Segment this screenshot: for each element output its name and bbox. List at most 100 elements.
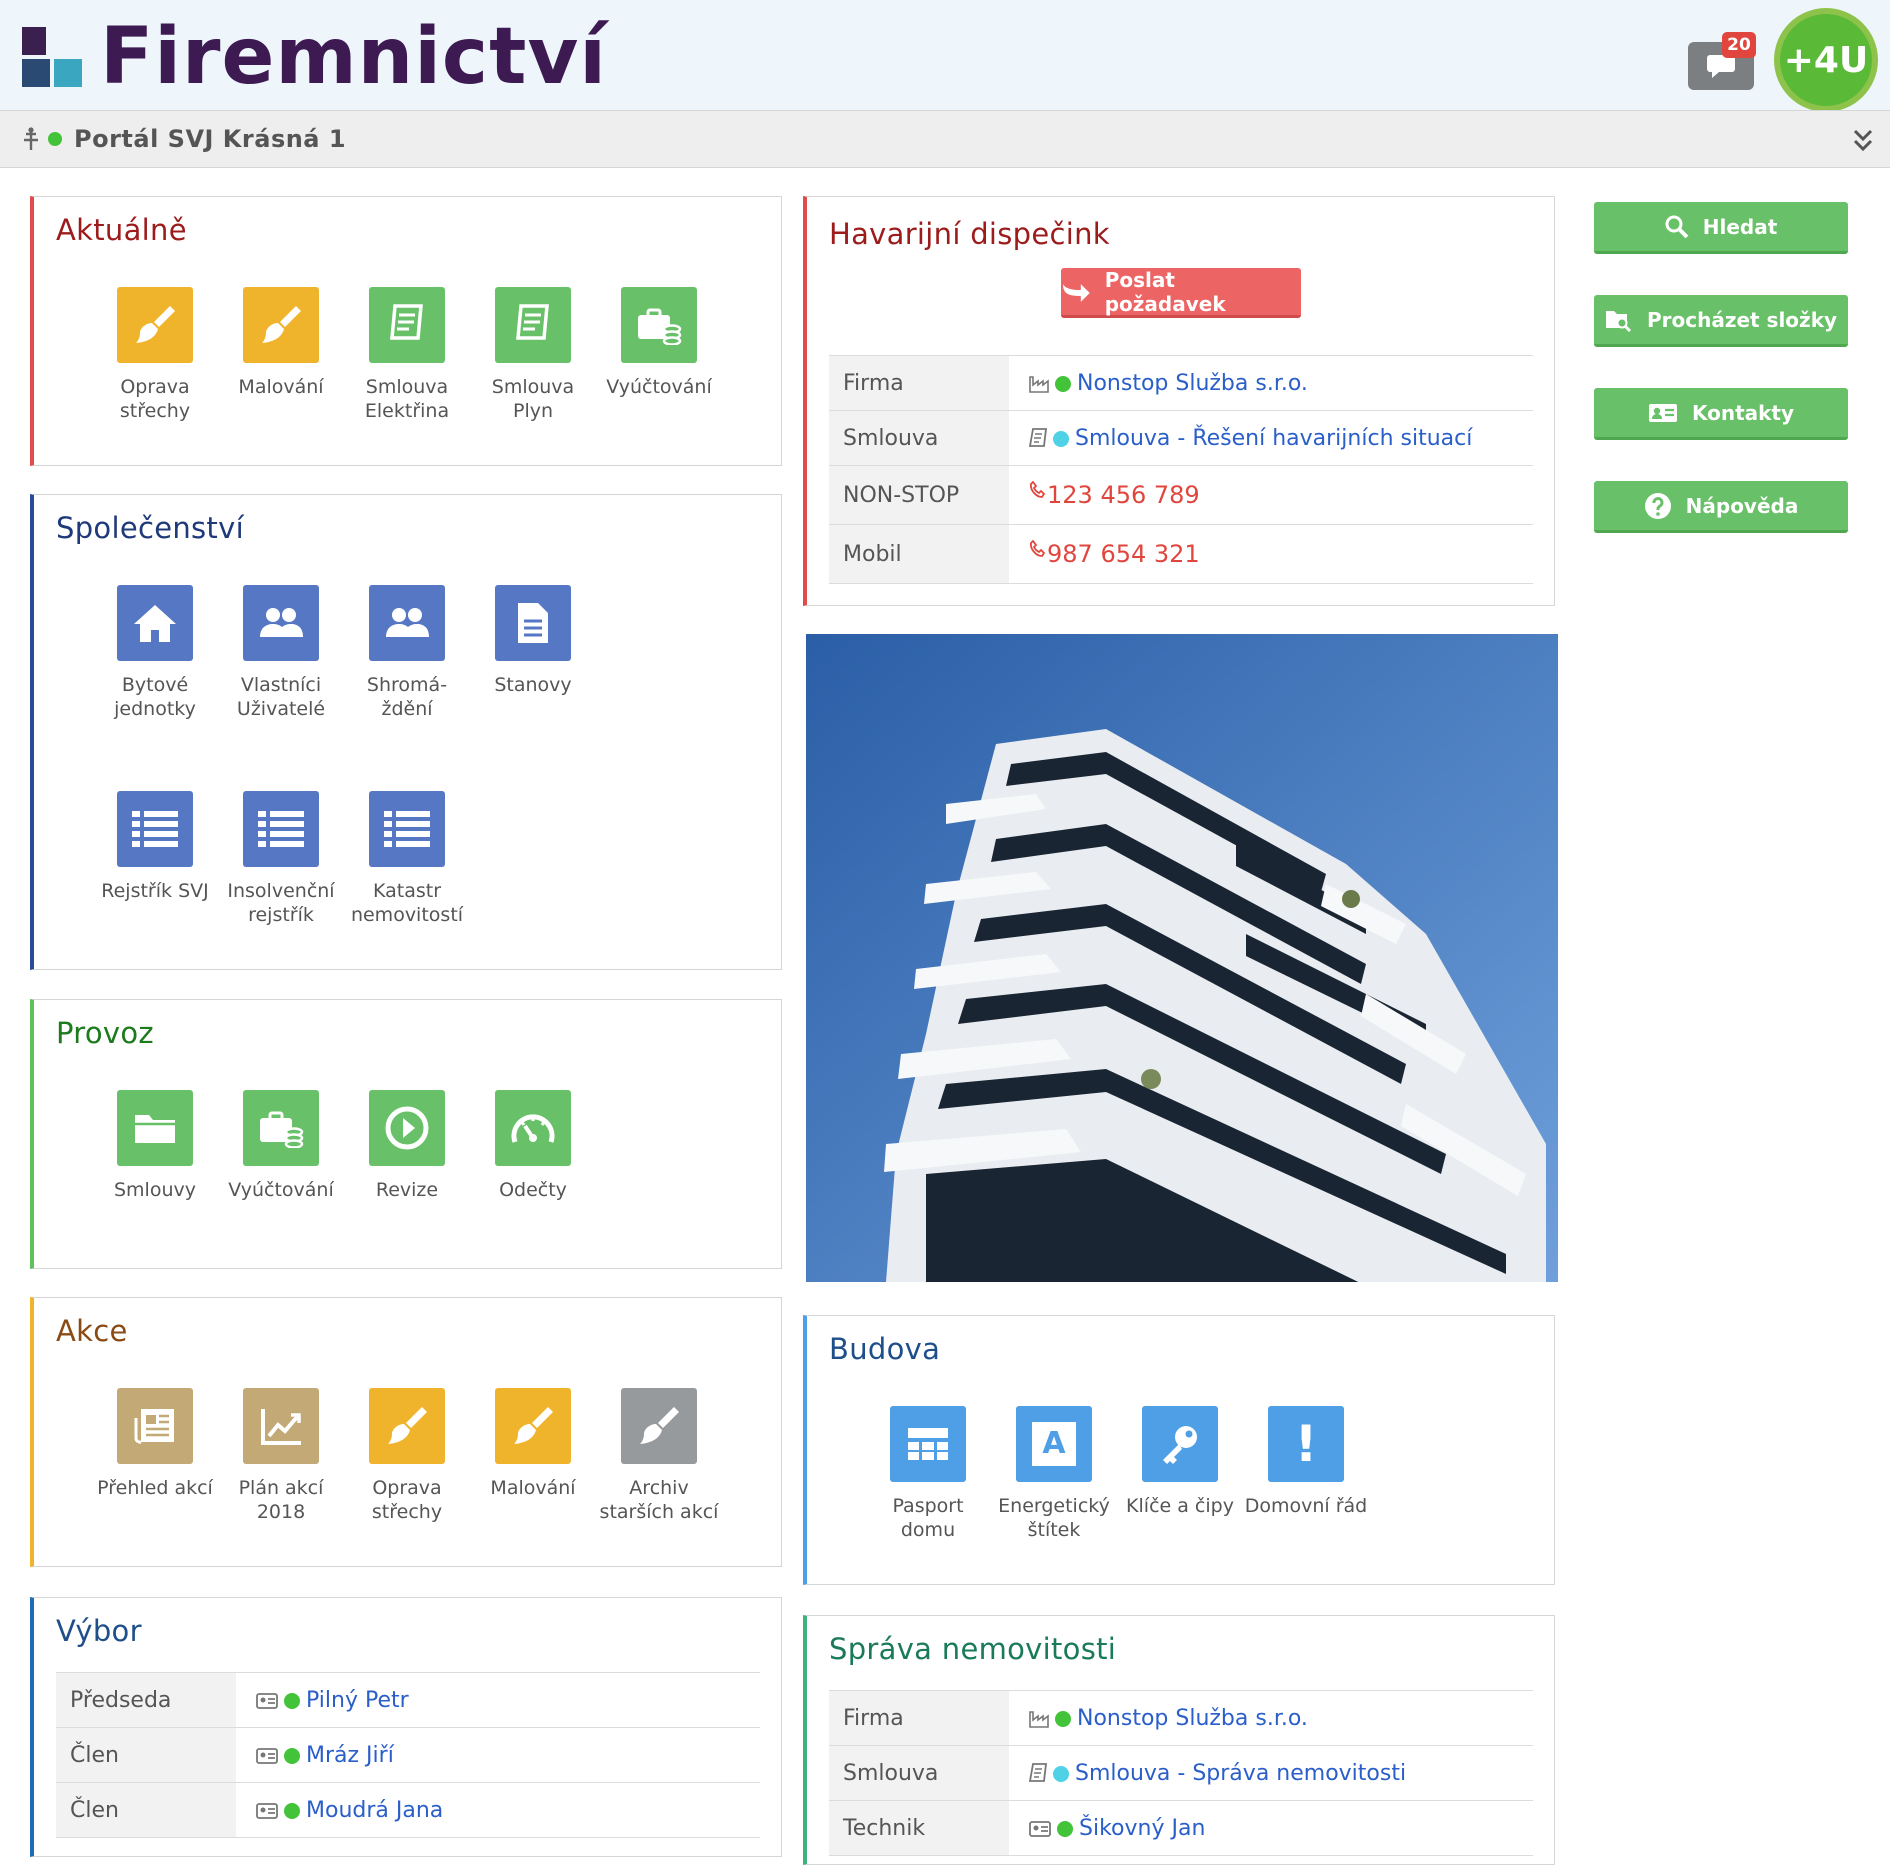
tile-label: Malování: [238, 376, 324, 398]
tile-oprava-strechy[interactable]: Oprava střechy: [92, 287, 218, 423]
row-key: Předseda: [56, 1672, 236, 1728]
contract-link[interactable]: Smlouva - Správa nemovitosti: [1075, 1761, 1406, 1786]
list-icon: [258, 811, 304, 847]
table-row: Člen Moudrá Jana: [56, 1782, 760, 1838]
tile-plan-akci-2018[interactable]: Plán akcí 2018: [218, 1388, 344, 1524]
tile-vlastnici-uzivatele[interactable]: Vlastníci Uživatelé: [218, 585, 344, 721]
factory-icon: [1029, 375, 1049, 393]
status-dot: [284, 1692, 300, 1709]
portal-bar: Portál SVJ Krásná 1: [0, 110, 1890, 168]
tile-prehled-akci[interactable]: Přehled akcí: [92, 1388, 218, 1500]
share-arrow-icon: [1062, 283, 1090, 302]
browse-folders-label: Procházet složky: [1646, 307, 1838, 332]
tile-klice-a-cipy[interactable]: Klíče a čipy: [1117, 1406, 1243, 1518]
tile-label: Smlouva Elektřina: [364, 376, 450, 422]
table-row: Firma Nonstop Služba s.r.o.: [829, 1690, 1533, 1746]
panel-title: Společenství: [56, 511, 244, 545]
billing-icon: [260, 1111, 304, 1148]
tile-label: Klíče a čipy: [1126, 1495, 1234, 1517]
search-button[interactable]: Hledat: [1594, 202, 1848, 254]
app-logo[interactable]: Firemnictví: [20, 18, 607, 96]
tile-archiv-starsich-akci[interactable]: Archiv starších akcí: [596, 1388, 722, 1524]
tile-label: Smlouva Plyn: [491, 376, 575, 422]
newspaper-icon: [134, 1409, 174, 1444]
help-button[interactable]: Nápověda: [1594, 481, 1848, 533]
company-link[interactable]: Nonstop Služba s.r.o.: [1077, 371, 1308, 396]
member-link[interactable]: Mráz Jiří: [306, 1743, 394, 1768]
mobile-phone[interactable]: 987 654 321: [1047, 540, 1200, 568]
send-request-button[interactable]: Poslat požadavek: [1061, 268, 1301, 318]
tile-katastr-nemovitosti[interactable]: Katastr nemovitostí: [344, 791, 470, 927]
tile-label: Malování: [490, 1477, 576, 1499]
send-request-label: Poslat požadavek: [1104, 267, 1226, 316]
tile-rejstrik-svj[interactable]: Rejstřík SVJ: [92, 791, 218, 903]
contract-icon: [1029, 427, 1047, 447]
status-dot: [284, 1802, 300, 1819]
tile-odecty[interactable]: Odečty: [470, 1090, 596, 1202]
tile-revize[interactable]: Revize: [344, 1090, 470, 1202]
status-dot: [284, 1747, 300, 1764]
member-link[interactable]: Pilný Petr: [306, 1688, 409, 1713]
tile-malovani-akce[interactable]: Malování: [470, 1388, 596, 1500]
table-row: Smlouva Smlouva - Správa nemovitosti: [829, 1745, 1533, 1801]
panel-provoz: Provoz Smlouvy Vyúčtování Revize Odečty: [30, 999, 782, 1269]
contacts-button[interactable]: Kontakty: [1594, 388, 1848, 440]
contact-card-icon: [1029, 1820, 1051, 1837]
plus-4u-button[interactable]: +4U: [1774, 8, 1878, 112]
tile-label: Oprava střechy: [119, 376, 191, 422]
company-link[interactable]: Nonstop Služba s.r.o.: [1077, 1706, 1308, 1731]
brush-icon: [514, 1407, 553, 1444]
tile-label: Katastr nemovitostí: [350, 880, 464, 926]
tile-label: Rejstřík SVJ: [101, 880, 209, 902]
users-icon: [386, 608, 429, 637]
search-icon: [1665, 215, 1689, 238]
grid-icon: [908, 1428, 948, 1460]
tile-label: Vyúčtování: [606, 376, 712, 398]
status-dot: [1057, 1820, 1073, 1837]
panel-akce: Akce Přehled akcí Plán akcí 2018 Oprava st…: [30, 1297, 782, 1567]
revision-icon: [385, 1106, 429, 1150]
panel-title: Výbor: [56, 1614, 142, 1648]
contract-icon: [1029, 1762, 1047, 1782]
row-key: Firma: [829, 1690, 1009, 1746]
row-key: Člen: [56, 1727, 236, 1783]
tile-smlouvy[interactable]: Smlouvy: [92, 1090, 218, 1202]
tile-label: Insolvenční rejstřík: [227, 880, 335, 926]
help-label: Nápověda: [1685, 493, 1799, 518]
tile-insolvencni-rejstrik[interactable]: Insolvenční rejstřík: [218, 791, 344, 927]
contract-link[interactable]: Smlouva - Řešení havarijních situací: [1075, 426, 1472, 451]
tile-oprava-strechy-akce[interactable]: Oprava střechy: [344, 1388, 470, 1524]
portal-title: Portál SVJ Krásná 1: [74, 125, 347, 153]
phone-icon: [1030, 481, 1045, 498]
app-name: Firemnictví: [100, 12, 608, 102]
nonstop-phone[interactable]: 123 456 789: [1047, 481, 1200, 509]
row-key: Smlouva: [829, 1745, 1009, 1801]
logo-mark-icon: [20, 25, 84, 89]
tile-pasport-domu[interactable]: Pasport domu: [865, 1406, 991, 1542]
table-row: Předseda Pilný Petr: [56, 1672, 760, 1728]
energy-label-icon: A: [1032, 1422, 1076, 1466]
panel-havarijni-dispecink: Havarijní dispečink Firma Nonstop Služba…: [803, 196, 1555, 606]
list-icon: [132, 811, 178, 847]
tile-vyuctovani-provoz[interactable]: Vyúčtování: [218, 1090, 344, 1202]
tile-domovni-rad[interactable]: ! Domovní řád: [1243, 1406, 1369, 1518]
member-link[interactable]: Moudrá Jana: [306, 1798, 443, 1823]
tile-smlouva-plyn[interactable]: Smlouva Plyn: [470, 287, 596, 423]
tile-energeticky-stitek[interactable]: A Energetický štítek: [991, 1406, 1117, 1542]
row-key: Smlouva: [829, 410, 1009, 466]
tile-bytove-jednotky[interactable]: Bytové jednotky: [92, 585, 218, 721]
tile-vyuctovani[interactable]: Vyúčtování: [596, 287, 722, 399]
panel-vybor: Výbor Předseda Pilný Petr Člen Mráz Jiří…: [30, 1597, 782, 1857]
browse-folders-button[interactable]: Procházet složky: [1594, 295, 1848, 347]
tile-stanovy[interactable]: Stanovy: [470, 585, 596, 697]
tile-malovani[interactable]: Malování: [218, 287, 344, 399]
tile-smlouva-elektrina[interactable]: Smlouva Elektřina: [344, 287, 470, 423]
tile-label: Bytové jednotky: [114, 674, 196, 720]
folder-icon: [135, 1115, 175, 1143]
technician-link[interactable]: Šikovný Jan: [1079, 1816, 1205, 1841]
contact-card-icon: [256, 1802, 278, 1819]
tile-shromazdeni[interactable]: Shromá-ždění: [344, 585, 470, 721]
tree-icon[interactable]: [22, 126, 40, 152]
folder-search-icon: [1605, 310, 1632, 332]
collapse-chevron-icon[interactable]: [1852, 127, 1874, 153]
